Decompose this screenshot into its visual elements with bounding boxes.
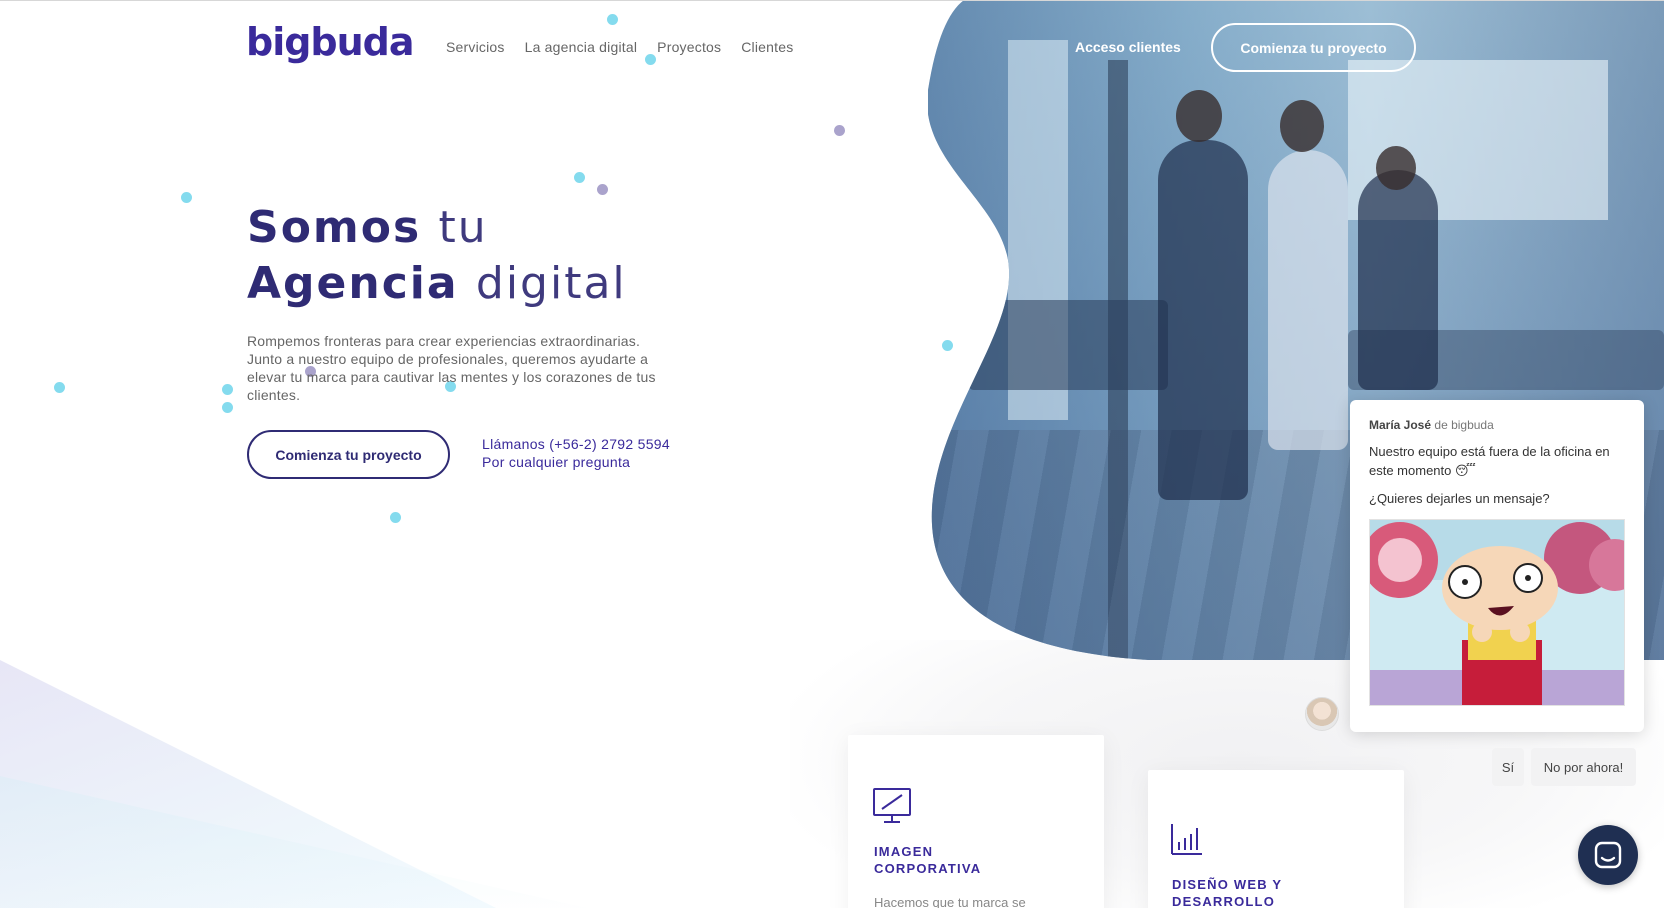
- chat-message-1: Nuestro equipo está fuera de la oficina …: [1369, 444, 1610, 478]
- hero-description: Rompemos fronteras para crear experienci…: [247, 333, 656, 403]
- photo-person-3-head: [1376, 146, 1416, 190]
- chat-icon: [1594, 841, 1622, 869]
- photo-person-2: [1268, 150, 1348, 450]
- decor-dot: [222, 402, 233, 413]
- chat-reply-no-button[interactable]: No por ahora!: [1531, 748, 1636, 786]
- phone-line[interactable]: Llámanos (+56-2) 2792 5594: [482, 435, 670, 453]
- chat-gif-image: [1369, 519, 1625, 706]
- phone-contact[interactable]: Llámanos (+56-2) 2792 5594 Por cualquier…: [482, 435, 670, 471]
- photo-person-1: [1158, 140, 1248, 500]
- nav-clientes[interactable]: Clientes: [741, 39, 793, 55]
- hero-title-somos: Somos: [247, 202, 422, 253]
- chat-agent-name: María José: [1369, 418, 1432, 432]
- header-cta-button[interactable]: Comienza tu proyecto: [1211, 23, 1416, 72]
- service-text: Hacemos que tu marca se: [874, 895, 1026, 908]
- decor-dot: [645, 54, 656, 65]
- service-card-imagen-corporativa[interactable]: IMAGEN CORPORATIVA Hacemos que tu marca …: [848, 735, 1104, 908]
- chat-popup[interactable]: María José de bigbuda Nuestro equipo est…: [1350, 400, 1644, 732]
- main-nav: Servicios La agencia digital Proyectos C…: [446, 39, 793, 55]
- decor-dot: [222, 384, 233, 395]
- chat-message-2: ¿Quieres dejarles un mensaje?: [1369, 491, 1550, 506]
- decor-dot: [607, 14, 618, 25]
- service-title: DISEÑO WEB Y DESARROLLO WEB: [1172, 877, 1282, 908]
- chat-reply-yes-button[interactable]: Sí: [1492, 748, 1524, 786]
- photo-sofa: [968, 300, 1168, 390]
- chat-agent-suffix: de bigbuda: [1434, 418, 1494, 432]
- service-card-diseno-web[interactable]: DISEÑO WEB Y DESARROLLO WEB: [1148, 770, 1404, 908]
- decor-dot: [574, 172, 585, 183]
- nav-servicios[interactable]: Servicios: [446, 39, 505, 55]
- top-border: [0, 0, 1664, 1]
- bar-chart-icon: [1170, 822, 1204, 861]
- nav-la-agencia-digital[interactable]: La agencia digital: [525, 39, 638, 55]
- decor-dot: [390, 512, 401, 523]
- hero-title-digital: digital: [475, 258, 627, 309]
- nav-proyectos[interactable]: Proyectos: [657, 39, 721, 55]
- service-title: IMAGEN CORPORATIVA: [874, 844, 982, 876]
- decor-dot: [834, 125, 845, 136]
- photo-person-3: [1358, 170, 1438, 390]
- decor-dot: [597, 184, 608, 195]
- agent-avatar: [1305, 697, 1339, 731]
- photo-person-1-head: [1176, 90, 1222, 142]
- monitor-icon: [872, 787, 912, 830]
- decor-dot: [54, 382, 65, 393]
- hero-title-agencia: Agencia: [247, 258, 459, 309]
- decor-dot: [942, 340, 953, 351]
- photo-person-2-head: [1280, 100, 1324, 152]
- cartoon-baby-illustration: [1370, 520, 1624, 705]
- hero-title: Somos tu Agencia digital: [247, 200, 627, 312]
- phone-subtext: Por cualquier pregunta: [482, 454, 631, 470]
- chat-sender: María José de bigbuda: [1369, 418, 1494, 432]
- chat-launcher-button[interactable]: [1578, 825, 1638, 885]
- hero-cta-button[interactable]: Comienza tu proyecto: [247, 430, 450, 479]
- bigbuda-logo[interactable]: bigbuda: [246, 20, 415, 64]
- hero-title-tu: tu: [438, 202, 488, 253]
- acceso-clientes-link[interactable]: Acceso clientes: [1075, 39, 1181, 55]
- decor-dot: [181, 192, 192, 203]
